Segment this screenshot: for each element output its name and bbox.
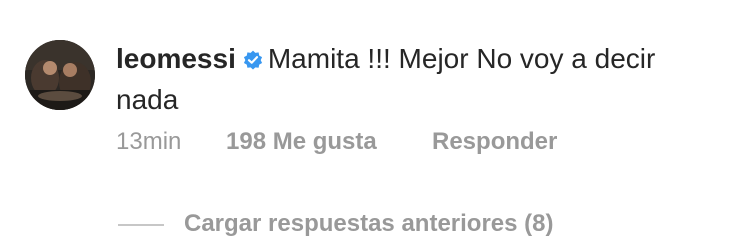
avatar-photo — [25, 40, 95, 110]
comment-body: leomessi Mamita !!! Mejor No voy a decir … — [116, 40, 716, 119]
load-replies-button[interactable]: Cargar respuestas anteriores (8) — [118, 210, 554, 238]
divider-line — [118, 223, 164, 226]
reply-button[interactable]: Responder — [432, 128, 557, 156]
likes-count[interactable]: 198 Me gusta — [226, 128, 432, 156]
comment: leomessi Mamita !!! Mejor No voy a decir … — [0, 0, 734, 244]
avatar[interactable] — [25, 40, 95, 110]
verified-badge-icon — [242, 43, 264, 81]
comment-meta: 13min 198 Me gusta Responder — [116, 128, 557, 156]
username-link[interactable]: leomessi — [116, 43, 236, 74]
comment-time: 13min — [116, 128, 182, 155]
comment-text-line: leomessi Mamita !!! Mejor No voy a decir … — [116, 40, 716, 119]
load-replies-label: Cargar respuestas anteriores (8) — [184, 210, 554, 237]
